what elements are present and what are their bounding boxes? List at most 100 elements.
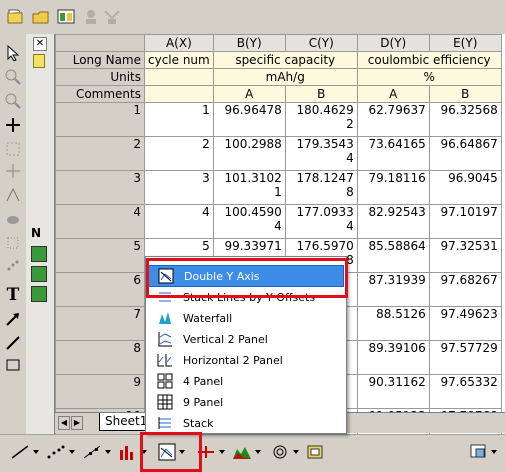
menu-item-4-panel[interactable]: 4 Panel bbox=[148, 371, 342, 391]
column-header[interactable]: D(Y) bbox=[356, 34, 430, 52]
rectangle-tool-icon[interactable] bbox=[4, 356, 22, 374]
draw-data-icon[interactable] bbox=[4, 210, 22, 228]
window-menu-button[interactable] bbox=[470, 441, 497, 463]
worksheet-window-icon[interactable] bbox=[31, 286, 47, 302]
menu-item-vertical-2-panel[interactable]: Vertical 2 Panel bbox=[148, 329, 342, 349]
polar-plot-button[interactable] bbox=[270, 441, 299, 463]
data-cell[interactable]: 96.32568 bbox=[428, 102, 502, 137]
data-cell[interactable]: 87.31939 bbox=[356, 272, 430, 307]
data-cell[interactable]: 73.64165 bbox=[356, 136, 430, 171]
region-mask-icon[interactable] bbox=[4, 234, 22, 252]
screen-reader-icon[interactable] bbox=[4, 140, 22, 158]
open-folder-icon[interactable] bbox=[32, 8, 50, 26]
data-cell[interactable]: 97.49623 bbox=[428, 306, 502, 341]
zoom-in-icon[interactable] bbox=[4, 68, 22, 86]
data-cell[interactable]: 82.92543 bbox=[356, 204, 430, 239]
column-header[interactable]: C(Y) bbox=[284, 34, 358, 52]
data-cell[interactable]: 85.58864 bbox=[356, 238, 430, 273]
data-cell[interactable]: 97.57729 bbox=[428, 340, 502, 375]
comments-label[interactable]: Comments bbox=[55, 85, 145, 103]
data-cell[interactable]: 3 bbox=[144, 170, 214, 205]
data-cell[interactable]: 97.65332 bbox=[428, 374, 502, 409]
data-cell[interactable]: 179.3543 4 bbox=[284, 136, 358, 171]
comments-cell[interactable]: A bbox=[356, 85, 430, 103]
units-cell[interactable]: mAh/g bbox=[212, 68, 358, 86]
data-cell[interactable]: 79.18116 bbox=[356, 170, 430, 205]
data-cell[interactable]: 96.64867 bbox=[428, 136, 502, 171]
note-window-icon[interactable]: N bbox=[31, 226, 45, 240]
comments-cell[interactable]: B bbox=[428, 85, 502, 103]
area-plot-button[interactable] bbox=[232, 441, 261, 463]
arrow-tool-icon[interactable] bbox=[4, 310, 22, 328]
column-header[interactable]: A(X) bbox=[144, 34, 214, 52]
data-cell[interactable]: 180.4629 2 bbox=[284, 102, 358, 137]
data-cell[interactable]: 96.9045 bbox=[428, 170, 502, 205]
data-cell[interactable]: 90.31162 bbox=[356, 374, 430, 409]
data-cell[interactable]: 177.0933 4 bbox=[284, 204, 358, 239]
line-symbol-button[interactable] bbox=[82, 441, 111, 463]
line-plot-button[interactable] bbox=[10, 441, 39, 463]
project-explorer-icon[interactable] bbox=[57, 8, 75, 26]
long-name-cell[interactable]: specific capacity bbox=[212, 51, 358, 69]
data-cell[interactable]: 88.5126 bbox=[356, 306, 430, 341]
scatter-plot-button[interactable] bbox=[46, 441, 75, 463]
comments-cell[interactable]: B bbox=[284, 85, 358, 103]
template-library-icon[interactable] bbox=[306, 441, 324, 463]
row-header[interactable]: 5 bbox=[55, 238, 145, 273]
long-name-label[interactable]: Long Name bbox=[55, 51, 145, 69]
row-header[interactable]: 3 bbox=[55, 170, 145, 205]
worksheet-window-icon[interactable] bbox=[31, 266, 47, 282]
new-folder-icon[interactable] bbox=[6, 8, 24, 26]
data-selector-icon[interactable] bbox=[4, 186, 22, 204]
comments-cell[interactable]: A bbox=[212, 85, 286, 103]
data-cell[interactable]: 97.32531 bbox=[428, 238, 502, 273]
menu-item-label: Stack bbox=[183, 416, 214, 430]
horizontal-2-panel-icon bbox=[156, 351, 174, 369]
data-cell[interactable]: 100.4590 4 bbox=[212, 204, 286, 239]
units-cell[interactable] bbox=[144, 68, 214, 86]
units-cell[interactable]: % bbox=[356, 68, 502, 86]
folder-icon[interactable] bbox=[33, 54, 45, 68]
pointer-icon[interactable] bbox=[4, 44, 22, 62]
row-header[interactable]: 8 bbox=[55, 340, 145, 375]
data-cell[interactable]: 2 bbox=[144, 136, 214, 171]
menu-item-waterfall[interactable]: Waterfall bbox=[148, 308, 342, 328]
units-label[interactable]: Units bbox=[55, 68, 145, 86]
menu-item-9-panel[interactable]: 9 Panel bbox=[148, 392, 342, 412]
row-header[interactable]: 1 bbox=[55, 102, 145, 137]
long-name-cell[interactable]: cycle num bbox=[144, 51, 214, 69]
column-header[interactable]: E(Y) bbox=[428, 34, 502, 52]
data-cell[interactable]: 97.68267 bbox=[428, 272, 502, 307]
points-icon[interactable] bbox=[4, 256, 22, 274]
grid-corner[interactable] bbox=[55, 34, 145, 52]
row-header[interactable]: 7 bbox=[55, 306, 145, 341]
tab-scroll-right-icon[interactable]: ▶ bbox=[71, 416, 83, 430]
data-reader-icon[interactable] bbox=[4, 162, 22, 180]
row-header[interactable]: 4 bbox=[55, 204, 145, 239]
text-tool-icon[interactable]: T bbox=[4, 285, 22, 305]
data-cell[interactable]: 101.3102 1 bbox=[212, 170, 286, 205]
menu-item-label: Horizontal 2 Panel bbox=[183, 353, 283, 367]
menu-item-horizontal-2-panel[interactable]: Horizontal 2 Panel bbox=[148, 350, 342, 370]
long-name-cell[interactable]: coulombic efficiency bbox=[356, 51, 502, 69]
data-cell[interactable]: 97.10197 bbox=[428, 204, 502, 239]
column-header[interactable]: B(Y) bbox=[212, 34, 286, 52]
data-cell[interactable]: 178.1247 8 bbox=[284, 170, 358, 205]
data-cell[interactable]: 100.2988 bbox=[212, 136, 286, 171]
close-icon[interactable]: ✕ bbox=[33, 37, 47, 51]
data-cell[interactable]: 96.96478 bbox=[212, 102, 286, 137]
comments-cell[interactable] bbox=[144, 85, 214, 103]
tab-scroll-left-icon[interactable]: ◀ bbox=[58, 416, 70, 430]
data-cell[interactable]: 62.79637 bbox=[356, 102, 430, 137]
data-cell[interactable]: 89.39106 bbox=[356, 340, 430, 375]
zoom-out-icon[interactable] bbox=[4, 92, 22, 110]
data-cell[interactable]: 1 bbox=[144, 102, 214, 137]
menu-item-stack[interactable]: Stack bbox=[148, 413, 342, 433]
data-cell[interactable]: 4 bbox=[144, 204, 214, 239]
line-tool-icon[interactable] bbox=[4, 334, 22, 352]
worksheet-window-icon[interactable] bbox=[31, 246, 47, 262]
crosshair-icon[interactable] bbox=[4, 116, 22, 134]
row-header[interactable]: 6 bbox=[55, 272, 145, 307]
row-header[interactable]: 2 bbox=[55, 136, 145, 171]
row-header[interactable]: 9 bbox=[55, 374, 145, 409]
